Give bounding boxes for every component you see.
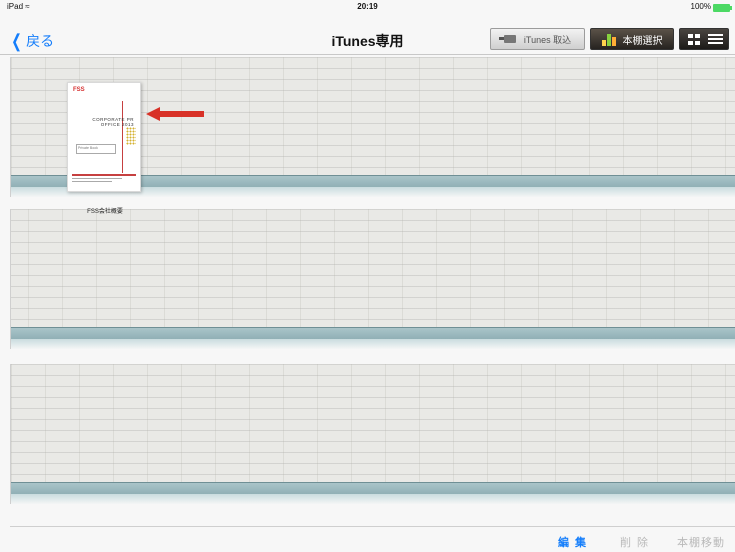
book-logo: FSS <box>73 87 85 93</box>
book-title-label[interactable]: FSS会社概要 <box>60 206 150 215</box>
battery-percent: 100% <box>690 2 711 11</box>
red-arrow-icon <box>146 107 204 121</box>
bottom-toolbar: 編集 削除 本棚移動 <box>10 526 735 552</box>
battery-icon <box>713 4 732 12</box>
shelf-select-button[interactable]: 本棚選択 <box>590 28 674 50</box>
shelf-wall <box>11 209 735 327</box>
itunes-import-icon <box>498 35 516 43</box>
book-cover-title: CORPORATE PR OFFICE 2013 <box>92 117 134 127</box>
shelf-select-label: 本棚選択 <box>622 35 663 47</box>
grid-view-icon[interactable] <box>688 34 700 45</box>
status-time: 20:19 <box>357 2 378 11</box>
dot-pattern <box>126 127 136 145</box>
status-bar: iPad ≈ 20:19 100% <box>0 0 735 14</box>
view-toggle[interactable] <box>679 28 729 50</box>
delete-button[interactable]: 削除 <box>620 534 654 550</box>
shelf-2 <box>10 209 735 349</box>
bookshelf-icon <box>601 33 618 46</box>
shelf-wall <box>11 364 735 482</box>
book-cover-box: Private Book <box>76 144 116 154</box>
edit-button[interactable]: 編集 <box>558 534 592 550</box>
book-cover[interactable]: FSS CORPORATE PR OFFICE 2013 Private Boo… <box>67 82 141 192</box>
list-view-icon[interactable] <box>708 34 723 45</box>
move-shelf-button[interactable]: 本棚移動 <box>677 534 725 550</box>
itunes-import-button[interactable]: iTunes 取込 <box>490 28 585 50</box>
navigation-bar: ❮ 戻る iTunes専用 iTunes 取込 本棚選択 <box>0 14 735 55</box>
itunes-import-label: iTunes 取込 <box>523 34 572 45</box>
shelf-3 <box>10 364 735 504</box>
